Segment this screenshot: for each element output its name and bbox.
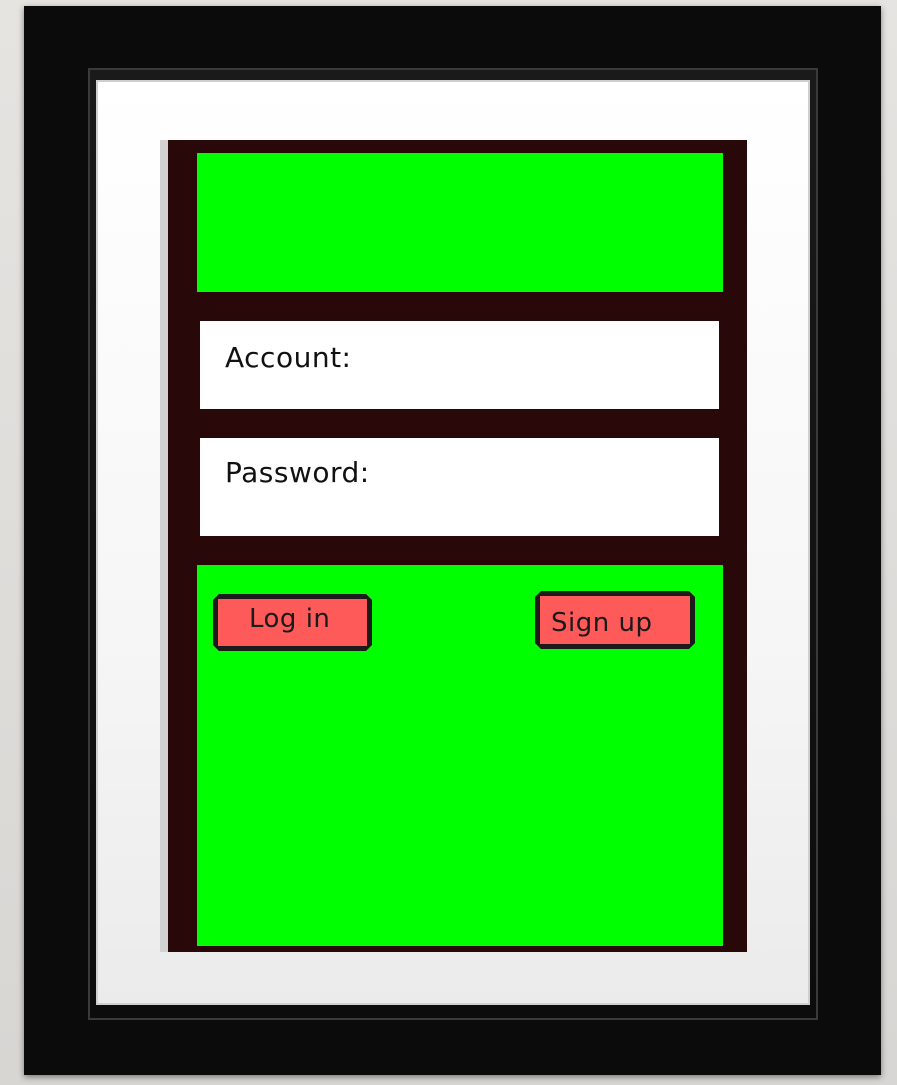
account-label: Account: (225, 341, 352, 374)
signup-button[interactable]: Sign up (535, 591, 695, 649)
account-field[interactable]: Account: (200, 321, 719, 409)
screen-edge-shadow (160, 140, 168, 952)
password-label: Password: (225, 456, 370, 489)
password-input[interactable] (390, 456, 707, 494)
password-field[interactable]: Password: (200, 438, 719, 536)
account-input[interactable] (375, 341, 707, 379)
header-panel (197, 153, 723, 292)
login-button[interactable]: Log in (213, 594, 372, 651)
